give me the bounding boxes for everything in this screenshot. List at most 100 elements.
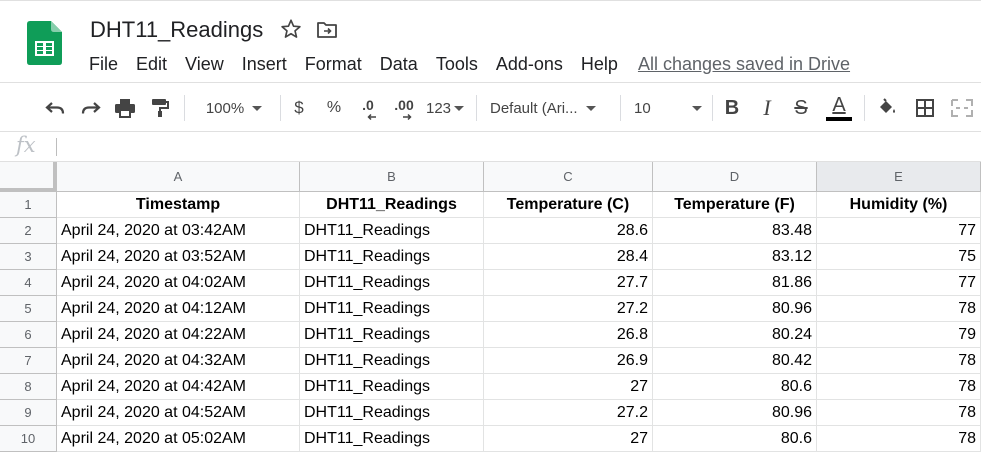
menu-tools[interactable]: Tools	[427, 52, 487, 76]
row-header-4[interactable]: 4	[0, 270, 57, 296]
table-cell[interactable]: 27	[484, 374, 653, 400]
row-header-5[interactable]: 5	[0, 296, 57, 322]
table-cell[interactable]: April 24, 2020 at 03:52AM	[57, 244, 300, 270]
select-all-corner[interactable]	[0, 162, 57, 192]
table-cell[interactable]: 78	[817, 426, 981, 452]
table-cell[interactable]: 79	[817, 322, 981, 348]
row-header-2[interactable]: 2	[0, 218, 57, 244]
column-header-c[interactable]: C	[484, 162, 653, 192]
menu-file[interactable]: File	[80, 52, 127, 76]
row-header-9[interactable]: 9	[0, 400, 57, 426]
table-cell[interactable]: DHT11_Readings	[300, 270, 484, 296]
table-cell[interactable]: April 24, 2020 at 04:12AM	[57, 296, 300, 322]
table-cell[interactable]: 78	[817, 296, 981, 322]
redo-button[interactable]	[78, 83, 104, 133]
row-header-3[interactable]: 3	[0, 244, 57, 270]
table-cell[interactable]: 80.6	[653, 374, 817, 400]
header-cell[interactable]: Temperature (C)	[484, 192, 653, 218]
font-family-select[interactable]: Default (Ari...	[490, 83, 610, 133]
table-cell[interactable]: 75	[817, 244, 981, 270]
table-cell[interactable]: DHT11_Readings	[300, 244, 484, 270]
fill-color-button[interactable]	[874, 83, 900, 133]
italic-button[interactable]: I	[756, 83, 778, 133]
column-header-e[interactable]: E	[817, 162, 981, 192]
row-header-6[interactable]: 6	[0, 322, 57, 348]
menu-help[interactable]: Help	[572, 52, 627, 76]
menu-data[interactable]: Data	[371, 52, 427, 76]
table-cell[interactable]: 78	[817, 374, 981, 400]
zoom-select[interactable]: 100%	[198, 83, 270, 133]
table-cell[interactable]: 80.96	[653, 296, 817, 322]
table-cell[interactable]: 81.86	[653, 270, 817, 296]
header-cell[interactable]: Humidity (%)	[817, 192, 981, 218]
borders-button[interactable]	[912, 83, 938, 133]
merge-cells-button[interactable]	[948, 83, 976, 133]
formula-input[interactable]	[64, 135, 964, 159]
table-cell[interactable]: 77	[817, 270, 981, 296]
bold-button[interactable]: B	[721, 83, 743, 133]
document-title[interactable]: DHT11_Readings	[90, 17, 263, 43]
table-cell[interactable]: 83.48	[653, 218, 817, 244]
table-cell[interactable]: 80.6	[653, 426, 817, 452]
text-color-button[interactable]: A	[824, 83, 854, 133]
column-header-a[interactable]: A	[57, 162, 300, 192]
table-cell[interactable]: 26.8	[484, 322, 653, 348]
table-cell[interactable]: 83.12	[653, 244, 817, 270]
row-header-1[interactable]: 1	[0, 192, 57, 218]
menu-add-ons[interactable]: Add-ons	[487, 52, 572, 76]
column-header-d[interactable]: D	[653, 162, 817, 192]
percent-format-button[interactable]: %	[323, 83, 345, 133]
table-cell[interactable]: 78	[817, 348, 981, 374]
row-header-7[interactable]: 7	[0, 348, 57, 374]
move-to-folder-icon[interactable]	[316, 20, 338, 40]
table-cell[interactable]: 27.2	[484, 400, 653, 426]
print-button[interactable]	[112, 83, 138, 133]
menu-view[interactable]: View	[176, 52, 233, 76]
table-cell[interactable]: 78	[817, 400, 981, 426]
table-cell[interactable]: DHT11_Readings	[300, 218, 484, 244]
table-cell[interactable]: April 24, 2020 at 04:42AM	[57, 374, 300, 400]
menu-insert[interactable]: Insert	[233, 52, 296, 76]
header-cell[interactable]: Temperature (F)	[653, 192, 817, 218]
table-cell[interactable]: 27.7	[484, 270, 653, 296]
table-cell[interactable]: DHT11_Readings	[300, 296, 484, 322]
table-cell[interactable]: April 24, 2020 at 04:32AM	[57, 348, 300, 374]
undo-button[interactable]	[42, 83, 68, 133]
currency-format-button[interactable]: $	[289, 83, 309, 133]
star-icon[interactable]	[280, 18, 302, 40]
paint-format-button[interactable]	[148, 83, 172, 133]
save-status-link[interactable]: All changes saved in Drive	[638, 54, 850, 75]
table-cell[interactable]: DHT11_Readings	[300, 348, 484, 374]
menu-format[interactable]: Format	[296, 52, 371, 76]
table-cell[interactable]: April 24, 2020 at 05:02AM	[57, 426, 300, 452]
table-cell[interactable]: 28.4	[484, 244, 653, 270]
table-cell[interactable]: 80.96	[653, 400, 817, 426]
decrease-decimal-button[interactable]: .0	[355, 83, 381, 133]
table-cell[interactable]: 77	[817, 218, 981, 244]
table-cell[interactable]: April 24, 2020 at 04:22AM	[57, 322, 300, 348]
header-cell[interactable]: Timestamp	[57, 192, 300, 218]
table-cell[interactable]: DHT11_Readings	[300, 400, 484, 426]
table-cell[interactable]: DHT11_Readings	[300, 374, 484, 400]
table-cell[interactable]: 80.42	[653, 348, 817, 374]
table-cell[interactable]: April 24, 2020 at 03:42AM	[57, 218, 300, 244]
table-cell[interactable]: 28.6	[484, 218, 653, 244]
more-formats-button[interactable]: 123	[424, 83, 466, 133]
table-cell[interactable]: DHT11_Readings	[300, 426, 484, 452]
menu-edit[interactable]: Edit	[127, 52, 176, 76]
table-cell[interactable]: April 24, 2020 at 04:02AM	[57, 270, 300, 296]
row-header-8[interactable]: 8	[0, 374, 57, 400]
table-cell[interactable]: April 24, 2020 at 04:52AM	[57, 400, 300, 426]
column-header-b[interactable]: B	[300, 162, 484, 192]
table-cell[interactable]: 80.24	[653, 322, 817, 348]
table-cell[interactable]: 27.2	[484, 296, 653, 322]
table-cell[interactable]: 27	[484, 426, 653, 452]
row-header-10[interactable]: 10	[0, 426, 57, 452]
strikethrough-button[interactable]: S	[790, 83, 812, 133]
table-cell[interactable]: DHT11_Readings	[300, 322, 484, 348]
increase-decimal-button[interactable]: .00	[390, 83, 418, 133]
sheets-logo-icon[interactable]	[27, 21, 62, 65]
header-cell[interactable]: DHT11_Readings	[300, 192, 484, 218]
table-cell[interactable]: 26.9	[484, 348, 653, 374]
font-size-select[interactable]: 10	[634, 83, 702, 133]
